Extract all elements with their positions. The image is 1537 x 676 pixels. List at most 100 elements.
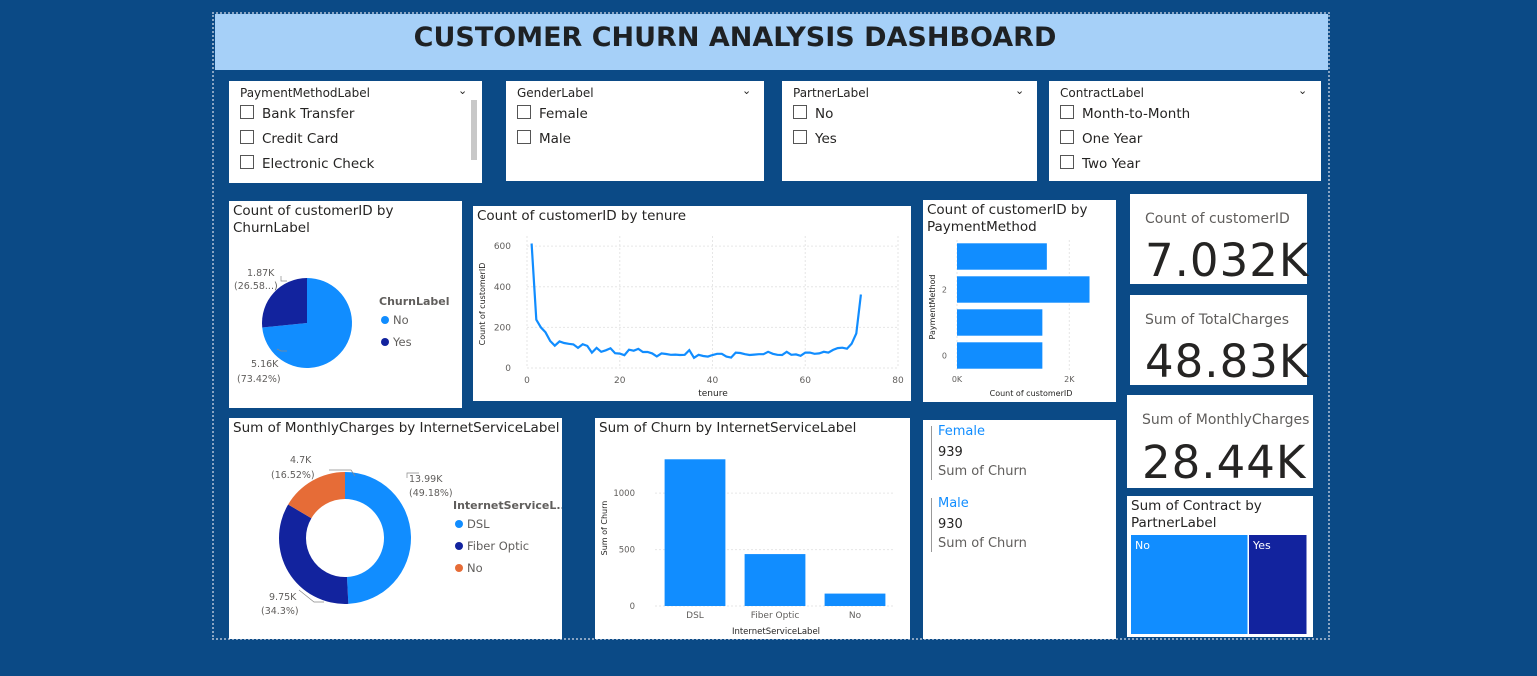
kpi-value: 48.83K xyxy=(1145,335,1310,388)
x-tick-label: 0 xyxy=(524,376,530,386)
slicer-option[interactable]: Bank Transfer xyxy=(240,105,354,123)
legend-marker xyxy=(455,542,463,550)
x-axis-label: Count of customerID xyxy=(990,389,1073,398)
slicer-option[interactable]: Two Year xyxy=(1060,155,1140,173)
treemap-label: No xyxy=(1135,539,1150,552)
slicer-header: PaymentMethodLabel xyxy=(240,86,370,100)
checkbox[interactable] xyxy=(517,130,531,144)
x-axis-label: InternetServiceLabel xyxy=(732,627,820,637)
kpi-card-total-charges: Sum of TotalCharges 48.83K xyxy=(1130,295,1310,388)
donut-slice xyxy=(279,504,349,604)
slicer-option[interactable]: Male xyxy=(517,130,571,148)
x-tick-label: 0K xyxy=(952,375,963,384)
x-tick-label: 80 xyxy=(892,376,904,386)
y-tick-label: 600 xyxy=(494,242,511,252)
y-tick-label: 200 xyxy=(494,323,511,333)
checkbox[interactable] xyxy=(793,105,807,119)
slicer-option-label: No xyxy=(815,106,834,122)
slicer-option[interactable]: Female xyxy=(517,105,588,123)
kpi-label: Sum of TotalCharges xyxy=(1145,312,1290,328)
churn-by-gender-multirow-card: Female 939 Sum of Churn Male 930 Sum of … xyxy=(923,420,1116,639)
slicer-option-label: Bank Transfer xyxy=(262,106,355,122)
churn-by-internet-column-chart: 0 500 1000 DSL Fiber Optic No InternetService… xyxy=(600,459,895,637)
slicer-option[interactable]: Month-to-Month xyxy=(1060,105,1190,123)
multirow-category: Female xyxy=(938,424,986,439)
bar xyxy=(824,593,886,606)
x-axis-label: tenure xyxy=(698,389,728,399)
slicer-option[interactable]: Electronic Check xyxy=(240,155,374,173)
checkbox[interactable] xyxy=(517,105,531,119)
x-tick-label: 40 xyxy=(707,376,719,386)
checkbox[interactable] xyxy=(1060,130,1074,144)
data-label: 1.87K xyxy=(247,268,275,279)
chevron-down-icon[interactable]: ⌄ xyxy=(458,84,467,97)
y-tick-label: 0 xyxy=(505,364,511,374)
chevron-down-icon[interactable]: ⌄ xyxy=(742,84,751,97)
chevron-down-icon[interactable]: ⌄ xyxy=(1298,84,1307,97)
data-label: (16.52%) xyxy=(271,470,315,481)
tenure-line-visual[interactable]: Count of customerID by tenure 0 200 400 600… xyxy=(473,206,911,401)
contract-treemap-visual[interactable]: Sum of Contract by PartnerLabel No Yes xyxy=(1127,496,1313,637)
checkbox[interactable] xyxy=(240,130,254,144)
legend-item: Fiber Optic xyxy=(467,539,529,553)
checkbox[interactable] xyxy=(793,130,807,144)
scrollbar[interactable] xyxy=(471,100,477,160)
y-tick-label: 400 xyxy=(494,283,511,293)
multirow-item: Male 930 Sum of Churn xyxy=(931,496,1027,552)
slicer-option-label: Yes xyxy=(815,131,837,147)
data-label: (34.3%) xyxy=(261,606,299,617)
slicer-option[interactable]: No xyxy=(793,105,833,123)
multirow-category: Male xyxy=(938,496,969,511)
checkbox[interactable] xyxy=(1060,155,1074,169)
legend-marker xyxy=(455,564,463,572)
slicer-option-label: Month-to-Month xyxy=(1082,106,1191,122)
kpi-card-monthly-charges: Sum of MonthlyCharges 28.44K xyxy=(1127,395,1313,489)
bar xyxy=(957,309,1043,336)
slicer-payment-method[interactable]: PaymentMethodLabel ⌄ Bank Transfer Credi… xyxy=(229,81,482,183)
data-label: (73.42%) xyxy=(237,374,281,385)
slicer-option[interactable]: Yes xyxy=(793,130,837,148)
slicer-partner[interactable]: PartnerLabel ⌄ No Yes xyxy=(782,81,1037,181)
y-tick-label: 0 xyxy=(942,352,947,361)
x-tick-label: DSL xyxy=(686,611,704,621)
checkbox[interactable] xyxy=(240,155,254,169)
data-label: 5.16K xyxy=(251,359,279,370)
treemap-label: Yes xyxy=(1252,539,1271,552)
multirow-value: 939 xyxy=(938,445,963,460)
slicer-gender[interactable]: GenderLabel ⌄ Female Male xyxy=(506,81,764,181)
y-axis-label: Count of customerID xyxy=(478,263,487,346)
monthly-charges-donut-chart: 4.7K (16.52%) 13.99K (49.18%) 9.75K (34.… xyxy=(261,455,562,617)
slicer-option-label: One Year xyxy=(1082,131,1143,147)
legend-item: No xyxy=(393,313,409,327)
checkbox[interactable] xyxy=(240,105,254,119)
multirow-measure: Sum of Churn xyxy=(938,536,1027,551)
kpi-card-count: Count of customerID 7.032K xyxy=(1130,194,1308,287)
chevron-down-icon[interactable]: ⌄ xyxy=(1015,84,1024,97)
page-title: CUSTOMER CHURN ANALYSIS DASHBOARD xyxy=(413,22,1057,53)
monthly-charges-donut-visual[interactable]: Sum of MonthlyCharges by InternetService… xyxy=(229,418,562,639)
slicer-option-label: Female xyxy=(539,106,588,122)
churn-by-internet-column-visual[interactable]: Sum of Churn by InternetServiceLabel 0 50… xyxy=(595,418,910,639)
payment-method-bar-visual[interactable]: Count of customerID by PaymentMethod 0K 2… xyxy=(923,200,1116,402)
slicer-header: PartnerLabel xyxy=(793,86,869,100)
data-label: 13.99K xyxy=(409,474,443,485)
slicer-option-label: Electronic Check xyxy=(262,156,375,172)
x-tick-label: 60 xyxy=(800,376,812,386)
y-tick-label: 2 xyxy=(942,286,947,295)
x-tick-label: No xyxy=(849,611,862,621)
slicer-header: GenderLabel xyxy=(517,86,594,100)
data-label: 9.75K xyxy=(269,592,297,603)
slicer-option[interactable]: Credit Card xyxy=(240,130,338,148)
contract-treemap-chart: No Yes xyxy=(1131,535,1307,634)
kpi-label: Count of customerID xyxy=(1145,211,1290,227)
y-tick-label: 0 xyxy=(630,602,635,612)
y-axis-label: PaymentMethod xyxy=(928,274,937,339)
bar xyxy=(957,276,1090,303)
slicer-option[interactable]: One Year xyxy=(1060,130,1142,148)
series-line xyxy=(530,243,862,360)
data-label: (49.18%) xyxy=(409,488,453,499)
checkbox[interactable] xyxy=(1060,105,1074,119)
slicer-contract[interactable]: ContractLabel ⌄ Month-to-Month One Year … xyxy=(1049,81,1321,181)
tenure-line-chart: 0 200 400 600 0 20 40 60 80 tenure Count of cust… xyxy=(478,236,904,399)
churn-pie-visual[interactable]: Count of customerID by ChurnLabel 1.87K … xyxy=(229,201,462,408)
